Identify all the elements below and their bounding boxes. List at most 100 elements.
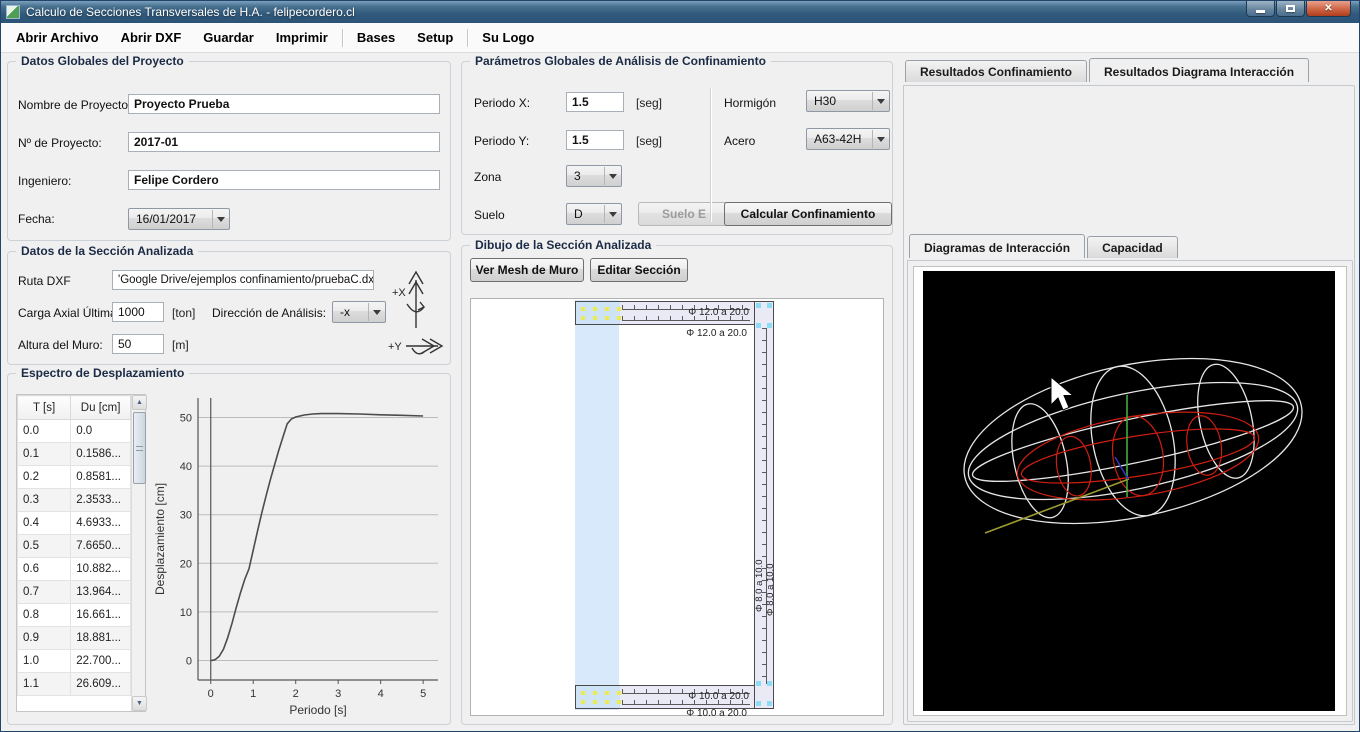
- bottom-flange: Φ 10.0 a 20.0: [575, 685, 755, 709]
- spectrum-chart: 01020304050012345Periodo [s]Desplazamien…: [150, 388, 446, 720]
- table-row[interactable]: 0.816.661...: [18, 604, 131, 627]
- tab-resultados-diagrama[interactable]: Resultados Diagrama Interacción: [1089, 58, 1309, 82]
- table-row[interactable]: 0.20.8581...: [18, 466, 131, 489]
- svg-text:2: 2: [293, 688, 299, 700]
- periodo-x-label: Periodo X:: [474, 96, 530, 110]
- group-title: Espectro de Desplazamiento: [16, 366, 189, 380]
- table-row[interactable]: 0.918.881...: [18, 627, 131, 650]
- title-bar[interactable]: Calculo de Secciones Transversales de H.…: [1, 1, 1359, 23]
- menu-bar: Abrir Archivo Abrir DXF Guardar Imprimir…: [1, 23, 1359, 53]
- ruta-dxf-input[interactable]: 'Google Drive/ejemplos confinamiento/pru…: [112, 270, 374, 290]
- nombre-proyecto-label: Nombre de Proyecto:: [18, 98, 131, 112]
- scrollbar-thumb[interactable]: [133, 412, 146, 484]
- plot-frame: [913, 266, 1347, 716]
- ingeniero-input[interactable]: Felipe Cordero: [128, 170, 440, 190]
- maximize-button[interactable]: [1276, 1, 1305, 17]
- menu-separator: [467, 29, 468, 47]
- tab-diagramas-interaccion[interactable]: Diagramas de Interacción: [909, 234, 1085, 258]
- menu-bases[interactable]: Bases: [346, 23, 406, 53]
- menu-setup[interactable]: Setup: [406, 23, 464, 53]
- interaction-3d-plot[interactable]: [923, 271, 1335, 711]
- table-row[interactable]: 0.610.882...: [18, 558, 131, 581]
- table-row[interactable]: 0.32.3533...: [18, 489, 131, 512]
- table-row[interactable]: 0.44.6933...: [18, 512, 131, 535]
- acero-value: A63-42H: [814, 132, 861, 146]
- acero-dropdown[interactable]: A63-42H: [806, 128, 890, 150]
- direccion-value: -x: [340, 305, 350, 319]
- suelo-dropdown[interactable]: D: [566, 203, 622, 225]
- editar-seccion-button[interactable]: Editar Sección: [590, 258, 688, 282]
- section-canvas[interactable]: Φ 12.0 a 20.0 Φ 12.0 a 20.0 Φ 10.0 a 20.…: [470, 298, 884, 716]
- scroll-up-icon[interactable]: ▲: [132, 395, 147, 410]
- table-cell: 16.661...: [71, 604, 131, 627]
- tab-capacidad[interactable]: Capacidad: [1087, 236, 1178, 258]
- menu-su-logo[interactable]: Su Logo: [471, 23, 545, 53]
- table-cell: 18.881...: [71, 627, 131, 650]
- hormigon-label: Hormigón: [724, 96, 776, 110]
- group-espectro: Espectro de Desplazamiento T [s] Du [cm]…: [7, 373, 451, 725]
- zona-value: 3: [574, 169, 581, 183]
- periodo-x-input[interactable]: 1.5: [566, 92, 624, 112]
- plot-canvas[interactable]: [923, 271, 1335, 711]
- spectrum-table: T [s] Du [cm] 0.00.00.10.1586...0.20.858…: [16, 394, 146, 712]
- nombre-proyecto-input[interactable]: Proyecto Prueba: [128, 94, 440, 114]
- top-flange: Φ 12.0 a 20.0: [575, 301, 755, 325]
- menu-abrir-archivo[interactable]: Abrir Archivo: [5, 23, 110, 53]
- chevron-down-icon: [604, 205, 620, 223]
- suelo-e-button[interactable]: Suelo E: [638, 202, 730, 226]
- menu-guardar[interactable]: Guardar: [192, 23, 265, 53]
- close-button[interactable]: ✕: [1306, 1, 1351, 17]
- table-header-du[interactable]: Du [cm]: [71, 396, 131, 420]
- periodo-y-unit: [seg]: [636, 134, 662, 148]
- table-row[interactable]: 0.57.6650...: [18, 535, 131, 558]
- group-title: Parámetros Globales de Análisis de Confi…: [470, 54, 771, 68]
- table-row[interactable]: 0.00.0: [18, 420, 131, 443]
- group-title: Dibujo de la Sección Analizada: [470, 238, 656, 252]
- menu-imprimir[interactable]: Imprimir: [265, 23, 339, 53]
- mouse-cursor: [1051, 377, 1073, 410]
- diagram-tabs: Diagramas de Interacción Capacidad: [909, 234, 1180, 258]
- altura-muro-unit: [m]: [172, 338, 189, 352]
- table-row[interactable]: 0.10.1586...: [18, 443, 131, 466]
- altura-muro-label: Altura del Muro:: [18, 338, 103, 352]
- rebar-label-bottom-2: Φ 10.0 a 20.0: [575, 708, 747, 719]
- table-row[interactable]: 1.126.609...: [18, 673, 131, 696]
- ver-mesh-button[interactable]: Ver Mesh de Muro: [470, 258, 584, 282]
- periodo-y-input[interactable]: 1.5: [566, 130, 624, 150]
- axis-y-text: +Y: [388, 341, 402, 353]
- menu-separator: [342, 29, 343, 47]
- table-header-t[interactable]: T [s]: [18, 396, 71, 420]
- zona-dropdown[interactable]: 3: [566, 165, 622, 187]
- suelo-label: Suelo: [474, 208, 505, 222]
- table-row[interactable]: 1.022.700...: [18, 650, 131, 673]
- hormigon-dropdown[interactable]: H30: [806, 90, 890, 112]
- table-cell: 0.1: [18, 443, 71, 466]
- fecha-dropdown[interactable]: 16/01/2017: [128, 208, 230, 230]
- menu-abrir-dxf[interactable]: Abrir DXF: [110, 23, 193, 53]
- rebar-label-top-2: Φ 12.0 a 20.0: [575, 328, 747, 339]
- minimize-button[interactable]: [1246, 1, 1275, 17]
- table-cell: 22.700...: [71, 650, 131, 673]
- direccion-dropdown[interactable]: -x: [332, 301, 386, 323]
- scroll-down-icon[interactable]: ▼: [132, 696, 147, 711]
- altura-muro-input[interactable]: 50: [112, 334, 164, 354]
- svg-text:1: 1: [250, 688, 256, 700]
- table-row[interactable]: 0.713.964...: [18, 581, 131, 604]
- table-cell: 10.882...: [71, 558, 131, 581]
- rebar-label-top: Φ 12.0 a 20.0: [688, 307, 749, 318]
- carga-axial-input[interactable]: 1000: [112, 302, 164, 322]
- numero-proyecto-input[interactable]: 2017-01: [128, 132, 440, 152]
- diagram-pane: [907, 260, 1353, 722]
- table-scrollbar[interactable]: ▲ ▼: [131, 395, 145, 711]
- tab-resultados-confinamiento[interactable]: Resultados Confinamiento: [905, 60, 1087, 82]
- maximize-icon: [1286, 5, 1295, 12]
- axis-x-text: +X: [392, 287, 406, 299]
- svg-text:50: 50: [180, 412, 192, 424]
- calcular-confinamiento-button[interactable]: Calcular Confinamiento: [724, 202, 892, 226]
- acero-label: Acero: [724, 134, 755, 148]
- axis-orientation-icon: +X +Y: [380, 266, 444, 356]
- app-icon: [6, 5, 20, 19]
- ruta-dxf-label: Ruta DXF: [18, 274, 71, 288]
- table-cell: 2.3533...: [71, 489, 131, 512]
- direccion-label: Dirección de Análisis:: [212, 306, 326, 320]
